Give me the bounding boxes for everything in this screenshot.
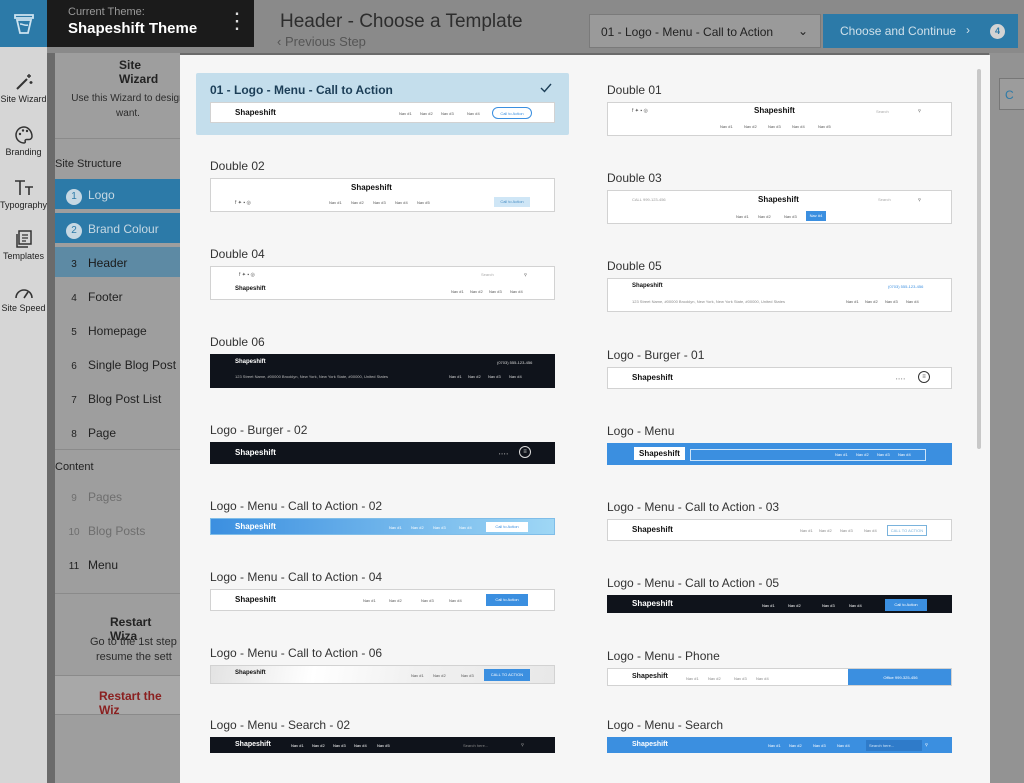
template-card-logo-menu-cta-04[interactable]: Logo - Menu - Call to Action - 04 Shapes… bbox=[196, 560, 569, 622]
step-blog-post-list[interactable]: 7 Blog Post List bbox=[55, 383, 180, 413]
template-card-01-logo-menu-cta[interactable]: 01 - Logo - Menu - Call to Action Shapes… bbox=[196, 73, 569, 135]
template-preview: Shapeshift Nav #1 Nav #2 Nav #3 Nav #4 C… bbox=[210, 518, 555, 535]
step-single-blog-post[interactable]: 6 Single Blog Post bbox=[55, 349, 180, 379]
right-panel: C bbox=[989, 53, 1024, 783]
template-card-double-02[interactable]: Double 02 Shapeshift f ✦ ▪ ◎ Nav #1 Nav … bbox=[196, 149, 569, 212]
template-card-double-03[interactable]: Double 03 CALL 999-123-456 Shapeshift Se… bbox=[593, 161, 966, 224]
template-preview: Shapeshift (0703) 555-123-456 123 Street… bbox=[607, 278, 952, 312]
template-preview: Shapeshift Nav #1 Nav #2 Nav #3 Nav #4 C… bbox=[607, 519, 952, 541]
template-preview: Shapeshift Nav #1 Nav #2 Nav #3 CALL TO … bbox=[210, 665, 555, 684]
template-card-double-01[interactable]: Double 01 f ✦ ▪ ◎ Shapeshift Search ⚲ Na… bbox=[593, 73, 966, 136]
step-page[interactable]: 8 Page bbox=[55, 417, 180, 447]
divider bbox=[55, 138, 180, 139]
template-preview: Shapeshift Nav #1 Nav #2 Nav #3 Nav #4 bbox=[607, 443, 952, 465]
sidebar-item-site-speed[interactable]: Site Speed bbox=[0, 283, 47, 313]
template-preview: Shapeshift Nav #1 Nav #2 Nav #3 Nav #4 C… bbox=[210, 589, 555, 611]
sidebar-item-branding[interactable]: Branding bbox=[0, 125, 47, 157]
step-pages[interactable]: 9 Pages bbox=[55, 481, 180, 511]
content-heading: Content bbox=[55, 461, 94, 473]
template-card-logo-burger-01[interactable]: Logo - Burger - 01 Shapeshift ▪ ▪ ▪ ▪ ≡ bbox=[593, 338, 966, 400]
template-select[interactable]: 01 - Logo - Menu - Call to Action ⌄ bbox=[589, 14, 821, 48]
step-footer[interactable]: 4 Footer bbox=[55, 281, 180, 311]
search-icon: ⚲ bbox=[524, 272, 527, 277]
template-card-logo-menu-cta-06[interactable]: Logo - Menu - Call to Action - 06 Shapes… bbox=[196, 636, 569, 698]
step-brand-colour[interactable]: 2 Brand Colour bbox=[55, 213, 180, 243]
template-card-double-05[interactable]: Double 05 Shapeshift (0703) 555-123-456 … bbox=[593, 249, 966, 312]
left-icon-rail: Site Wizard Branding Typography Template… bbox=[0, 0, 47, 783]
check-icon bbox=[540, 83, 552, 93]
sidebar-item-typography[interactable]: Typography bbox=[0, 178, 47, 210]
template-preview: Shapeshift ▪ ▪ ▪ ▪ ≡ bbox=[210, 442, 555, 464]
template-card-logo-menu-search[interactable]: Logo - Menu - Search Shapeshift Nav #1 N… bbox=[593, 708, 966, 770]
search-icon: ⚲ bbox=[925, 742, 928, 747]
template-preview: f ✦ ▪ ◎ Search ⚲ Shapeshift Nav #1 Nav #… bbox=[210, 266, 555, 300]
template-preview: f ✦ ▪ ◎ Shapeshift Search ⚲ Nav #1 Nav #… bbox=[607, 102, 952, 136]
chevron-down-icon: ⌄ bbox=[797, 24, 808, 38]
step-homepage[interactable]: 5 Homepage bbox=[55, 315, 180, 345]
template-card-logo-menu[interactable]: Logo - Menu Shapeshift Nav #1 Nav #2 Nav… bbox=[593, 414, 966, 476]
template-card-logo-burger-02[interactable]: Logo - Burger - 02 Shapeshift ▪ ▪ ▪ ▪ ≡ bbox=[196, 413, 569, 475]
site-structure-heading: Site Structure bbox=[55, 158, 122, 170]
template-preview: Shapeshift Nav #1 Nav #2 Nav #3 Nav #4 C… bbox=[607, 595, 952, 613]
template-card-logo-menu-phone[interactable]: Logo - Menu - Phone Shapeshift Nav #1 Na… bbox=[593, 639, 966, 701]
divider bbox=[55, 449, 180, 450]
modal-scrollbar[interactable] bbox=[977, 69, 981, 449]
template-preview: Shapeshift Nav #1 Nav #2 Nav #3 Nav #4 C… bbox=[210, 102, 555, 123]
choose-and-continue-button[interactable]: Choose and Continue › 4 bbox=[823, 14, 1018, 48]
chevron-left-icon: ‹ bbox=[277, 34, 282, 49]
current-theme-box: Current Theme: Shapeshift Theme bbox=[47, 0, 254, 47]
wizard-title: Site Wizard bbox=[119, 58, 159, 86]
template-chooser-modal: 01 - Logo - Menu - Call to Action Shapes… bbox=[180, 55, 990, 783]
hamburger-icon: ≡ bbox=[519, 446, 531, 458]
templates-icon bbox=[15, 230, 32, 248]
template-card-logo-menu-cta-02[interactable]: Logo - Menu - Call to Action - 02 Shapes… bbox=[196, 489, 569, 551]
step-menu[interactable]: 11 Menu bbox=[55, 549, 180, 579]
speedometer-icon bbox=[14, 289, 33, 299]
step-blog-posts[interactable]: 10 Blog Posts bbox=[55, 515, 180, 545]
template-card-double-04[interactable]: Double 04 f ✦ ▪ ◎ Search ⚲ Shapeshift Na… bbox=[196, 237, 569, 300]
template-card-double-06[interactable]: Double 06 Shapeshift (0703) 555-123-456 … bbox=[196, 325, 569, 388]
template-preview: Shapeshift f ✦ ▪ ◎ Nav #1 Nav #2 Nav #3 … bbox=[210, 178, 555, 212]
previous-step-link[interactable]: ‹ Previous Step bbox=[277, 34, 366, 49]
template-preview: CALL 999-123-456 Shapeshift Search ⚲ Nav… bbox=[607, 190, 952, 224]
wizard-panel: Site Wizard Use this Wizard to design wa… bbox=[55, 53, 185, 783]
template-preview: Shapeshift Nav #1 Nav #2 Nav #3 Nav #4 S… bbox=[607, 737, 952, 753]
step-logo[interactable]: 1 Logo bbox=[55, 179, 180, 209]
template-preview: Shapeshift Nav #1 Nav #2 Nav #3 Nav #4 O… bbox=[607, 668, 952, 686]
typography-icon bbox=[14, 180, 33, 195]
chevron-right-icon: › bbox=[966, 23, 970, 37]
template-card-logo-menu-cta-03[interactable]: Logo - Menu - Call to Action - 03 Shapes… bbox=[593, 490, 966, 552]
partial-button[interactable]: C bbox=[999, 78, 1024, 110]
sidebar-item-templates[interactable]: Templates bbox=[0, 229, 47, 261]
hamburger-icon: ≡ bbox=[918, 371, 930, 383]
divider bbox=[55, 593, 180, 594]
sidebar-item-site-wizard[interactable]: Site Wizard bbox=[0, 72, 47, 104]
wizard-description: Use this Wizard to design want. bbox=[71, 93, 185, 119]
magic-wand-icon bbox=[15, 74, 32, 90]
search-icon: ⚲ bbox=[521, 742, 524, 747]
template-preview: Shapeshift ▪ ▪ ▪ ▪ ≡ bbox=[607, 367, 952, 389]
search-icon: ⚲ bbox=[918, 108, 921, 113]
more-options-icon[interactable]: ⋮ bbox=[226, 10, 248, 32]
template-card-logo-menu-cta-05[interactable]: Logo - Menu - Call to Action - 05 Shapes… bbox=[593, 566, 966, 628]
step-badge: 4 bbox=[990, 24, 1005, 39]
template-preview: Shapeshift Nav #1 Nav #2 Nav #3 Nav #4 N… bbox=[210, 737, 555, 753]
step-header[interactable]: 3 Header bbox=[55, 247, 180, 277]
restart-description: Go to the 1st step resume the sett bbox=[90, 636, 177, 663]
search-icon: ⚲ bbox=[918, 197, 921, 202]
template-preview: Shapeshift (0703) 555-123-456 123 Street… bbox=[210, 354, 555, 388]
app-logo-icon[interactable] bbox=[0, 0, 47, 47]
page-title: Header - Choose a Template bbox=[280, 11, 523, 32]
restart-wizard-button[interactable]: Restart the Wiz bbox=[55, 675, 180, 717]
template-card-logo-menu-search-02[interactable]: Logo - Menu - Search - 02 Shapeshift Nav… bbox=[196, 708, 569, 770]
palette-icon bbox=[14, 126, 33, 144]
